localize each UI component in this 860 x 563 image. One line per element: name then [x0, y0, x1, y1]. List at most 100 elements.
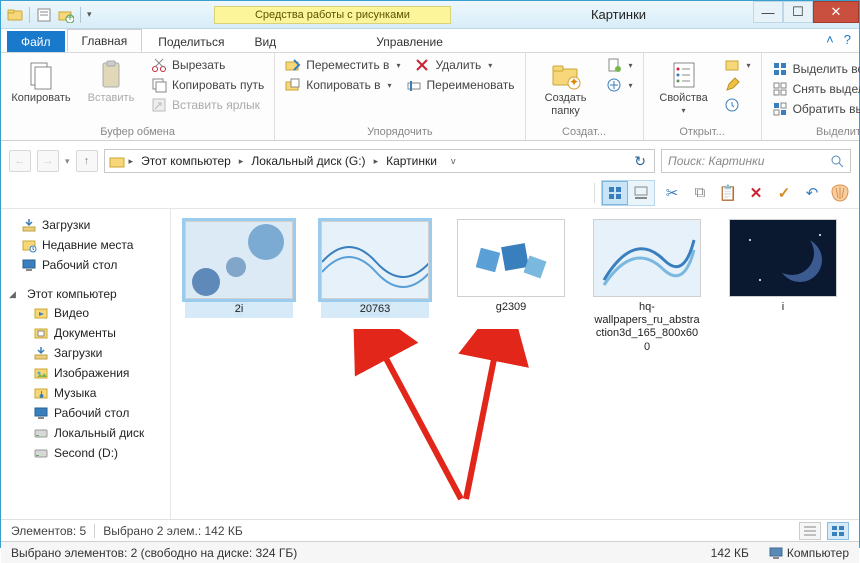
new-folder-button[interactable]: ✦ Создать папку [536, 57, 596, 119]
paste-icon [95, 59, 127, 91]
tab-view[interactable]: Вид [240, 31, 290, 52]
file-thumb[interactable]: 20763 [321, 219, 429, 318]
tab-file[interactable]: Файл [7, 31, 65, 52]
tree-computer-header[interactable]: ◢ Этот компьютер [5, 285, 166, 303]
open-icon [724, 57, 740, 73]
tb-check-icon[interactable]: ✓ [773, 182, 795, 204]
group-organize: Переместить в▾ Удалить▾ Копировать в▾ Пе… [275, 53, 525, 140]
tree-item-downloads[interactable]: Загрузки [5, 215, 166, 235]
copy-to-button[interactable]: Копировать в▾ [285, 77, 391, 93]
delete-button[interactable]: Удалить▾ [414, 57, 492, 73]
tb-paste-icon[interactable]: 📋 [717, 182, 739, 204]
move-to-button[interactable]: Переместить в▾ [285, 57, 400, 73]
chevron-right-icon[interactable]: ▸ [129, 156, 134, 167]
search-input[interactable]: Поиск: Картинки [661, 149, 851, 173]
maximize-button[interactable]: ☐ [783, 1, 813, 23]
select-all-button[interactable]: Выделить все [772, 61, 860, 77]
svg-text:✦: ✦ [569, 75, 579, 89]
group-select-label: Выделить [772, 126, 860, 140]
file-thumb[interactable]: g2309 [457, 219, 565, 314]
tree-item-downloads[interactable]: Загрузки [5, 343, 166, 363]
tree-item-pictures[interactable]: Изображения [5, 363, 166, 383]
minimize-button[interactable]: — [753, 1, 783, 23]
details-view-icon[interactable] [799, 522, 821, 540]
qat-dropdown-icon[interactable]: ▾ [87, 9, 92, 20]
chevron-right-icon[interactable]: ▸ [239, 156, 244, 167]
status-bar-1: Элементов: 5 Выбрано 2 элем.: 142 КБ [1, 519, 859, 541]
new-folder-icon[interactable]: + [58, 7, 74, 23]
copy-button[interactable]: Копировать [11, 57, 71, 107]
paste-button[interactable]: Вставить [81, 57, 141, 107]
recent-icon [21, 237, 37, 253]
tree-item-desktop[interactable]: Рабочий стол [5, 403, 166, 423]
forward-button[interactable]: → [37, 150, 59, 172]
preview-view-button[interactable] [628, 181, 654, 205]
file-thumb[interactable]: 2i [185, 219, 293, 318]
tree-item-documents[interactable]: Документы [5, 323, 166, 343]
file-name: hq-wallpapers_ru_abstraction3d_165_800x6… [593, 301, 701, 354]
paste-shortcut-button[interactable]: Вставить ярлык [151, 97, 264, 113]
documents-icon [33, 325, 49, 341]
rename-button[interactable]: Переименовать [406, 77, 515, 93]
edit-button[interactable] [724, 77, 751, 93]
copy-path-button[interactable]: Копировать путь [151, 77, 264, 93]
addr-dropdown-icon[interactable]: v [451, 156, 456, 166]
properties-icon[interactable] [36, 7, 52, 23]
select-none-button[interactable]: Снять выделение [772, 81, 860, 97]
tab-manage[interactable]: Управление [362, 31, 457, 52]
file-thumb[interactable]: i [729, 219, 837, 314]
disk-icon [33, 445, 49, 461]
file-thumb[interactable]: hq-wallpapers_ru_abstraction3d_165_800x6… [593, 219, 701, 354]
recent-locations-icon[interactable]: ▾ [65, 156, 70, 167]
tb-shell-icon[interactable] [829, 182, 851, 204]
easy-access-button[interactable]: ▾ [606, 77, 633, 93]
tb-copy-icon[interactable]: ⧉ [689, 182, 711, 204]
secondary-toolbar: ✂ ⧉ 📋 ✕ ✓ ↶ [1, 177, 859, 209]
new-item-button[interactable]: ▾ [606, 57, 633, 73]
expand-icon[interactable]: ◢ [9, 289, 19, 300]
paste-label: Вставить [88, 92, 135, 105]
ribbon-tabs: Файл Главная Поделиться Вид Управление ˄… [1, 29, 859, 53]
refresh-icon[interactable]: ↻ [630, 153, 650, 170]
file-name: i [782, 301, 784, 314]
tb-undo-icon[interactable]: ↶ [801, 182, 823, 204]
tree-item-disk[interactable]: Локальный диск [5, 423, 166, 443]
tb-cut-icon[interactable]: ✂ [661, 182, 683, 204]
back-button[interactable]: ← [9, 150, 31, 172]
group-new: ✦ Создать папку ▾ ▾ Создат... [526, 53, 644, 140]
thumbnail-image [593, 219, 701, 297]
pictures-icon [33, 365, 49, 381]
open-button[interactable]: ▾ [724, 57, 751, 73]
properties-button[interactable]: Свойства ▾ [654, 57, 714, 117]
crumb-drive[interactable]: Локальный диск (G:) [247, 154, 369, 168]
chevron-right-icon[interactable]: ▸ [374, 156, 379, 167]
help-icon[interactable]: ? [844, 32, 851, 47]
crumb-computer[interactable]: Этот компьютер [137, 154, 235, 168]
minimize-ribbon-icon[interactable]: ˄ [826, 32, 834, 47]
tab-home[interactable]: Главная [67, 29, 143, 52]
crumb-folder[interactable]: Картинки [382, 154, 441, 168]
thumb-view-icon[interactable] [827, 522, 849, 540]
tree-item-video[interactable]: Видео [5, 303, 166, 323]
close-button[interactable]: ✕ [813, 1, 859, 23]
cut-button[interactable]: Вырезать [151, 57, 264, 73]
file-name: 20763 [360, 303, 391, 316]
tb-delete-icon[interactable]: ✕ [745, 182, 767, 204]
select-none-icon [772, 81, 788, 97]
new-item-icon [606, 57, 622, 73]
thumbnails-view-button[interactable] [602, 181, 628, 205]
tree-item-music[interactable]: Музыка [5, 383, 166, 403]
tree-item-desktop[interactable]: Рабочий стол [5, 255, 166, 275]
up-button[interactable]: ↑ [76, 150, 98, 172]
address-bar[interactable]: ▸ Этот компьютер ▸ Локальный диск (G:) ▸… [104, 149, 655, 173]
tree-item-disk[interactable]: Second (D:) [5, 443, 166, 463]
group-open-label: Открыт... [654, 126, 751, 140]
disk-icon [33, 425, 49, 441]
tree-item-recent[interactable]: Недавние места [5, 235, 166, 255]
new-folder-label: Создать папку [538, 92, 594, 117]
history-button[interactable] [724, 97, 751, 113]
invert-selection-button[interactable]: Обратить выделение [772, 101, 860, 117]
file-name: 2i [235, 303, 244, 316]
tab-share[interactable]: Поделиться [144, 31, 238, 52]
file-grid[interactable]: 2i 20763 g2309 hq-wallpapers_ru_abstraction… [171, 209, 859, 519]
